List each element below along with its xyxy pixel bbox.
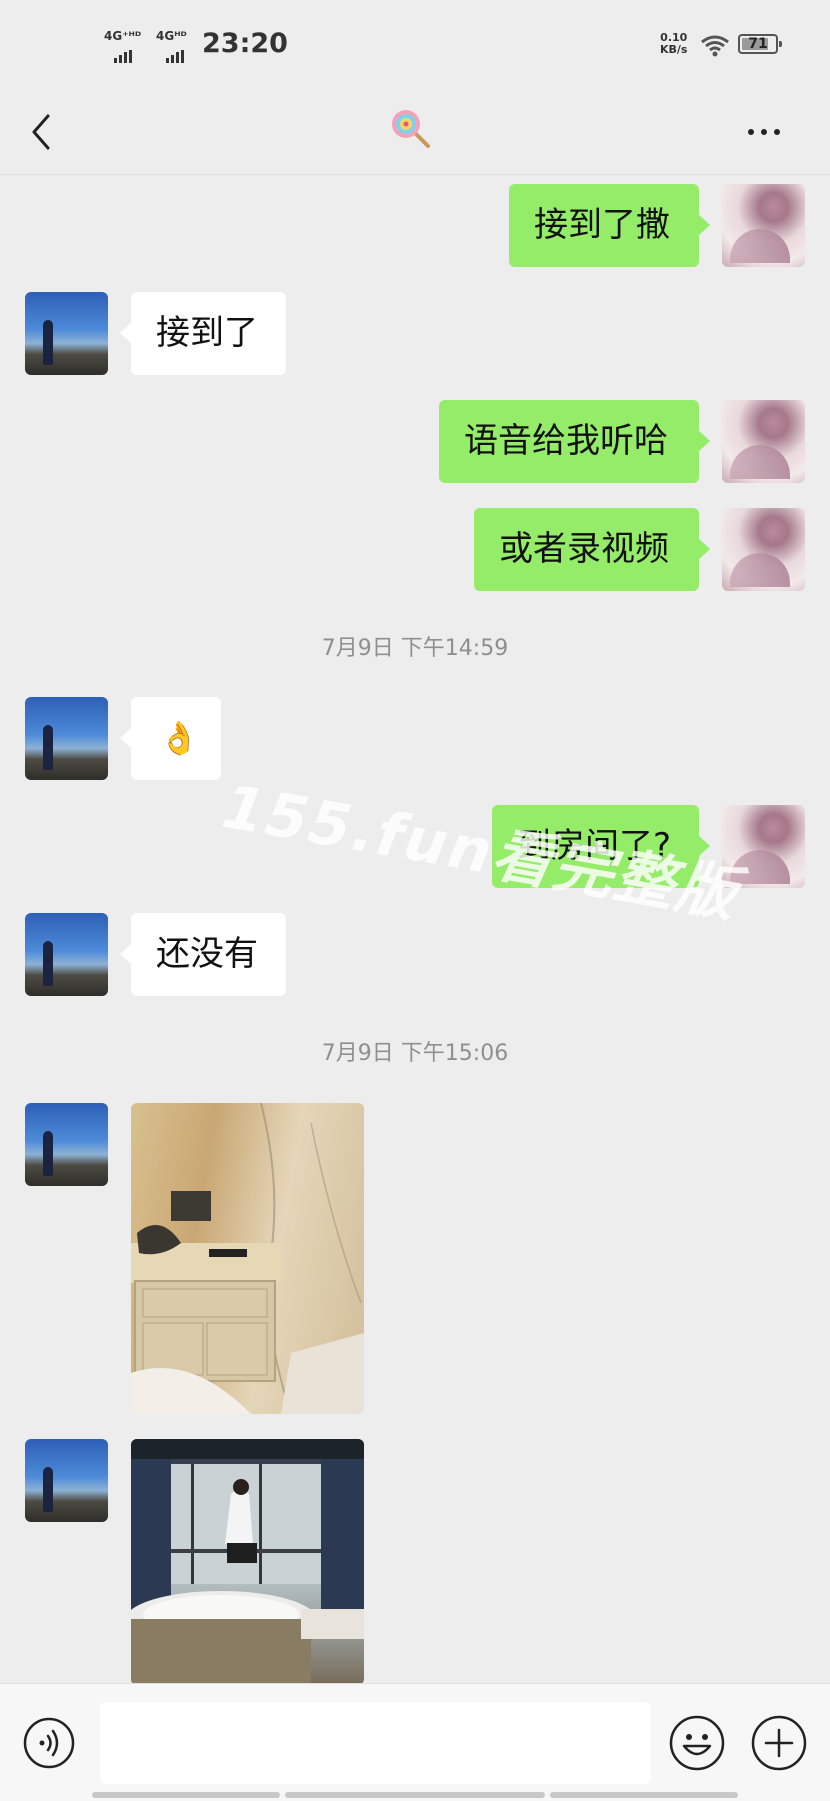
image-message-bedside-table[interactable] bbox=[131, 1103, 364, 1414]
emoji-face-icon[interactable] bbox=[668, 1714, 726, 1772]
status-bar: 4G⁺ᴴᴰ 4Gᴴᴰ 23:20 0.10 KB/s 71 bbox=[0, 0, 830, 90]
voice-icon[interactable] bbox=[22, 1716, 76, 1770]
wifi-icon bbox=[701, 35, 729, 57]
chat-timestamp: 7月9日 下午14:59 bbox=[321, 636, 509, 661]
gesture-bar bbox=[92, 1792, 738, 1798]
contact-avatar[interactable] bbox=[25, 1103, 108, 1186]
signal-bars-1-icon bbox=[114, 44, 134, 63]
message-input[interactable] bbox=[100, 1702, 651, 1784]
message-bubble-sent[interactable]: 接到了撒 bbox=[509, 184, 710, 267]
contact-avatar[interactable] bbox=[25, 913, 108, 996]
net-speed-unit: KB/s bbox=[660, 43, 688, 56]
signal-bars-2-icon bbox=[166, 44, 186, 63]
message-composer bbox=[0, 1683, 830, 1801]
chat-timestamp: 7月9日 下午15:06 bbox=[321, 1041, 509, 1066]
plus-icon[interactable] bbox=[750, 1714, 808, 1772]
chat-header bbox=[0, 90, 830, 175]
my-avatar[interactable] bbox=[722, 508, 805, 591]
contact-avatar[interactable] bbox=[25, 292, 108, 375]
net-speed: 0.10 KB/s bbox=[660, 32, 687, 56]
my-avatar[interactable] bbox=[722, 184, 805, 267]
battery-level: 71 bbox=[748, 36, 768, 52]
contact-avatar[interactable] bbox=[25, 697, 108, 780]
bedside-table-photo bbox=[131, 1103, 364, 1414]
message-bubble-received[interactable]: 接到了 bbox=[120, 292, 286, 375]
network-type-1: 4G⁺ᴴᴰ bbox=[104, 29, 142, 43]
message-bubble-received[interactable]: 还没有 bbox=[120, 913, 286, 996]
lollipop-icon bbox=[392, 110, 430, 148]
more-dots-icon[interactable] bbox=[748, 120, 794, 136]
status-time: 23:20 bbox=[202, 28, 288, 59]
message-bubble-sent[interactable]: 或者录视频 bbox=[474, 508, 710, 591]
message-bubble-received[interactable]: 👌 bbox=[120, 697, 221, 780]
my-avatar[interactable] bbox=[722, 400, 805, 483]
hotel-room-window-photo bbox=[131, 1439, 364, 1685]
message-bubble-sent[interactable]: 语音给我听哈 bbox=[439, 400, 710, 483]
battery-icon: 71 bbox=[738, 34, 782, 54]
chevron-left-icon[interactable] bbox=[26, 108, 66, 156]
contact-avatar[interactable] bbox=[25, 1439, 108, 1522]
image-message-hotel-room[interactable] bbox=[131, 1439, 364, 1685]
network-type-2: 4Gᴴᴰ bbox=[156, 29, 187, 43]
ok-hand-emoji: 👌 bbox=[159, 719, 199, 757]
watermark-text: 155.fun看完整版 bbox=[217, 771, 744, 932]
